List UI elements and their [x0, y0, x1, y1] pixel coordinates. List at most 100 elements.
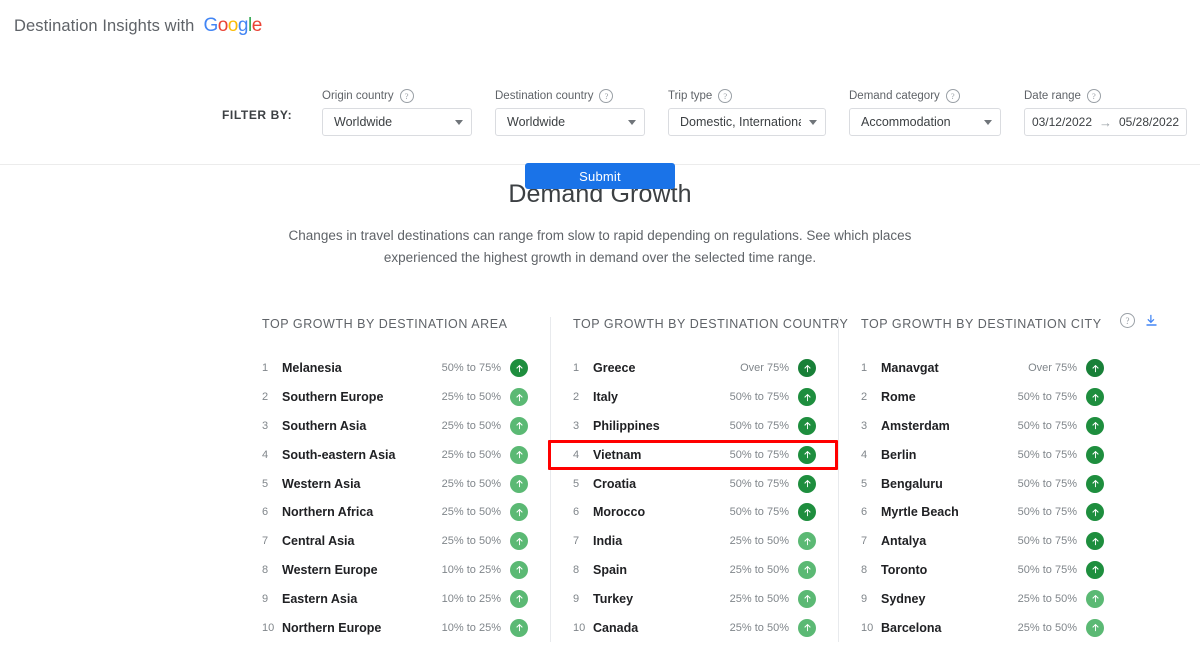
row-destination-name: Amsterdam [881, 419, 1018, 433]
growth-up-arrow-icon [1086, 417, 1104, 435]
origin-country-select[interactable]: Worldwide [322, 108, 472, 136]
filter-destination-country-label-text: Destination country [495, 89, 593, 103]
table-row[interactable]: 8Toronto50% to 75% [861, 556, 1104, 585]
demand-category-select[interactable]: Accommodation [849, 108, 1001, 136]
table-row[interactable]: 2Italy50% to 75% [573, 383, 816, 412]
destination-country-value: Worldwide [507, 115, 620, 129]
submit-button[interactable]: Submit [525, 163, 675, 189]
growth-up-arrow-icon [798, 619, 816, 637]
destination-country-select[interactable]: Worldwide [495, 108, 645, 136]
filter-origin-country-label: Origin country ? [322, 89, 472, 103]
table-row[interactable]: 3Amsterdam50% to 75% [861, 412, 1104, 441]
help-icon[interactable]: ? [1087, 89, 1101, 103]
row-destination-name: Southern Asia [282, 419, 442, 433]
table-row[interactable]: 6Myrtle Beach50% to 75% [861, 498, 1104, 527]
table-row[interactable]: 3Southern Asia25% to 50% [262, 412, 528, 441]
table-row[interactable]: 8Western Europe10% to 25% [262, 556, 528, 585]
table-row[interactable]: 7Antalya50% to 75% [861, 527, 1104, 556]
table-row[interactable]: 4South-eastern Asia25% to 50% [262, 440, 528, 469]
growth-column-0: TOP GROWTH BY DESTINATION AREA1Melanesia… [262, 317, 550, 642]
row-destination-name: India [593, 534, 730, 548]
growth-column-2: TOP GROWTH BY DESTINATION CITY1ManavgatO… [838, 317, 1126, 642]
date-range-picker[interactable]: 03/12/2022 → 05/28/2022 [1024, 108, 1187, 136]
table-row[interactable]: 6Northern Africa25% to 50% [262, 498, 528, 527]
growth-up-arrow-icon [510, 446, 528, 464]
row-destination-name: Western Asia [282, 477, 442, 491]
table-row[interactable]: 1ManavgatOver 75% [861, 354, 1104, 383]
trip-type-value: Domestic, International [680, 115, 801, 129]
row-growth-value: Over 75% [1028, 362, 1077, 374]
row-rank: 3 [861, 420, 881, 432]
row-destination-name: Southern Europe [282, 390, 442, 404]
row-rank: 5 [573, 478, 593, 490]
growth-up-arrow-icon [510, 417, 528, 435]
submit-row: Submit [0, 163, 1200, 189]
help-icon[interactable]: ? [400, 89, 414, 103]
table-row[interactable]: 9Turkey25% to 50% [573, 584, 816, 613]
filter-demand-category-label-text: Demand category [849, 89, 940, 103]
growth-up-arrow-icon [1086, 561, 1104, 579]
table-row[interactable]: 5Croatia50% to 75% [573, 469, 816, 498]
table-row[interactable]: 3Philippines50% to 75% [573, 412, 816, 441]
row-destination-name: Rome [881, 390, 1018, 404]
table-row[interactable]: 5Bengaluru50% to 75% [861, 469, 1104, 498]
table-row[interactable]: 10Canada25% to 50% [573, 613, 816, 642]
filter-demand-category: Demand category ? Accommodation [849, 89, 1001, 136]
column-title: TOP GROWTH BY DESTINATION COUNTRY [573, 317, 816, 331]
table-row[interactable]: 7Central Asia25% to 50% [262, 527, 528, 556]
row-growth-value: 25% to 50% [442, 449, 501, 461]
row-growth-value: 50% to 75% [730, 506, 789, 518]
row-growth-value: 50% to 75% [730, 420, 789, 432]
row-destination-name: Antalya [881, 534, 1018, 548]
help-icon[interactable]: ? [599, 89, 613, 103]
row-rank: 3 [262, 420, 282, 432]
table-row[interactable]: 2Southern Europe25% to 50% [262, 383, 528, 412]
row-destination-name: Bengaluru [881, 477, 1018, 491]
app-title: Destination Insights with [14, 17, 194, 36]
filter-origin-country: Origin country ? Worldwide [322, 89, 472, 136]
filter-date-range: Date range ? 03/12/2022 → 05/28/2022 [1024, 89, 1187, 136]
filter-by-label: FILTER BY: [222, 108, 322, 122]
table-row[interactable]: 10Northern Europe10% to 25% [262, 613, 528, 642]
table-row[interactable]: 9Eastern Asia10% to 25% [262, 584, 528, 613]
date-range-end: 05/28/2022 [1119, 115, 1179, 129]
table-row[interactable]: 9Sydney25% to 50% [861, 584, 1104, 613]
row-destination-name: Berlin [881, 448, 1018, 462]
table-row[interactable]: 8Spain25% to 50% [573, 556, 816, 585]
row-growth-value: 50% to 75% [1018, 478, 1077, 490]
table-row[interactable]: 4Vietnam50% to 75% [573, 440, 816, 469]
table-row[interactable]: 7India25% to 50% [573, 527, 816, 556]
row-destination-name: Canada [593, 621, 730, 635]
filter-demand-category-label: Demand category ? [849, 89, 1001, 103]
chevron-down-icon [809, 120, 817, 125]
google-logo-letter-1: o [218, 15, 228, 37]
row-rank: 5 [262, 478, 282, 490]
row-growth-value: 50% to 75% [730, 391, 789, 403]
row-rank: 2 [573, 391, 593, 403]
table-row[interactable]: 4Berlin50% to 75% [861, 440, 1104, 469]
growth-up-arrow-icon [798, 446, 816, 464]
help-icon[interactable]: ? [946, 89, 960, 103]
table-row[interactable]: 6Morocco50% to 75% [573, 498, 816, 527]
row-rank: 8 [861, 564, 881, 576]
section-description: Changes in travel destinations can range… [260, 225, 940, 269]
table-row[interactable]: 5Western Asia25% to 50% [262, 469, 528, 498]
growth-up-arrow-icon [798, 532, 816, 550]
growth-up-arrow-icon [510, 359, 528, 377]
row-growth-value: 50% to 75% [730, 449, 789, 461]
trip-type-select[interactable]: Domestic, International [668, 108, 826, 136]
row-growth-value: 50% to 75% [1018, 391, 1077, 403]
row-rank: 1 [861, 362, 881, 374]
help-icon[interactable]: ? [718, 89, 732, 103]
growth-up-arrow-icon [1086, 532, 1104, 550]
table-row[interactable]: 1GreeceOver 75% [573, 354, 816, 383]
row-rank: 4 [573, 449, 593, 461]
row-destination-name: Manavgat [881, 361, 1028, 375]
growth-up-arrow-icon [798, 388, 816, 406]
growth-up-arrow-icon [510, 590, 528, 608]
table-row[interactable]: 1Melanesia50% to 75% [262, 354, 528, 383]
row-rank: 7 [861, 535, 881, 547]
table-row[interactable]: 2Rome50% to 75% [861, 383, 1104, 412]
table-row[interactable]: 10Barcelona25% to 50% [861, 613, 1104, 642]
row-rank: 6 [861, 506, 881, 518]
